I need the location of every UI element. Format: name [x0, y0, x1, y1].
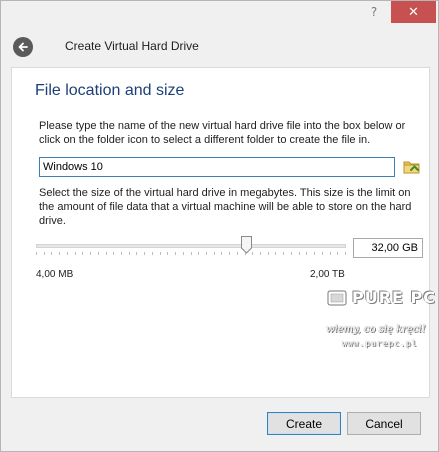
- wizard-title: Create Virtual Hard Drive: [65, 39, 199, 53]
- slider-track: [36, 244, 346, 248]
- folder-glyph: [403, 161, 420, 174]
- watermark-brand: PURE PC: [352, 288, 437, 307]
- wizard-header: Create Virtual Hard Drive: [1, 29, 438, 65]
- file-name-input[interactable]: [39, 157, 395, 177]
- back-arrow-glyph: [18, 42, 28, 52]
- content-panel: File location and size Please type the n…: [11, 67, 435, 398]
- cancel-button[interactable]: Cancel: [347, 412, 421, 435]
- size-description: Select the size of the virtual hard driv…: [39, 187, 412, 227]
- title-bar: ? ✕: [1, 1, 438, 29]
- section-title: File location and size: [35, 82, 185, 99]
- close-button[interactable]: ✕: [391, 1, 436, 23]
- help-button[interactable]: ?: [361, 1, 387, 23]
- watermark-slogan: wiemy, co się kręci!: [326, 324, 426, 335]
- slider-ticks: [36, 252, 346, 255]
- purepc-watermark: PURE PC wiemy, co się kręci! www.purepc.…: [324, 286, 435, 354]
- folder-icon[interactable]: [402, 157, 422, 177]
- slider-thumb[interactable]: [241, 236, 252, 254]
- range-max-label: 2,00 TB: [310, 269, 345, 280]
- dialog-window: ? ✕ Create Virtual Hard Drive File locat…: [0, 0, 439, 452]
- range-min-label: 4,00 MB: [36, 269, 74, 280]
- watermark-url: www.purepc.pl: [342, 339, 418, 348]
- create-button[interactable]: Create: [267, 412, 341, 435]
- size-slider[interactable]: [36, 236, 346, 262]
- watermark-pc-icon: [327, 290, 347, 306]
- back-arrow-icon[interactable]: [13, 37, 33, 57]
- file-location-description: Please type the name of the new virtual …: [39, 120, 406, 146]
- size-input[interactable]: [353, 238, 423, 258]
